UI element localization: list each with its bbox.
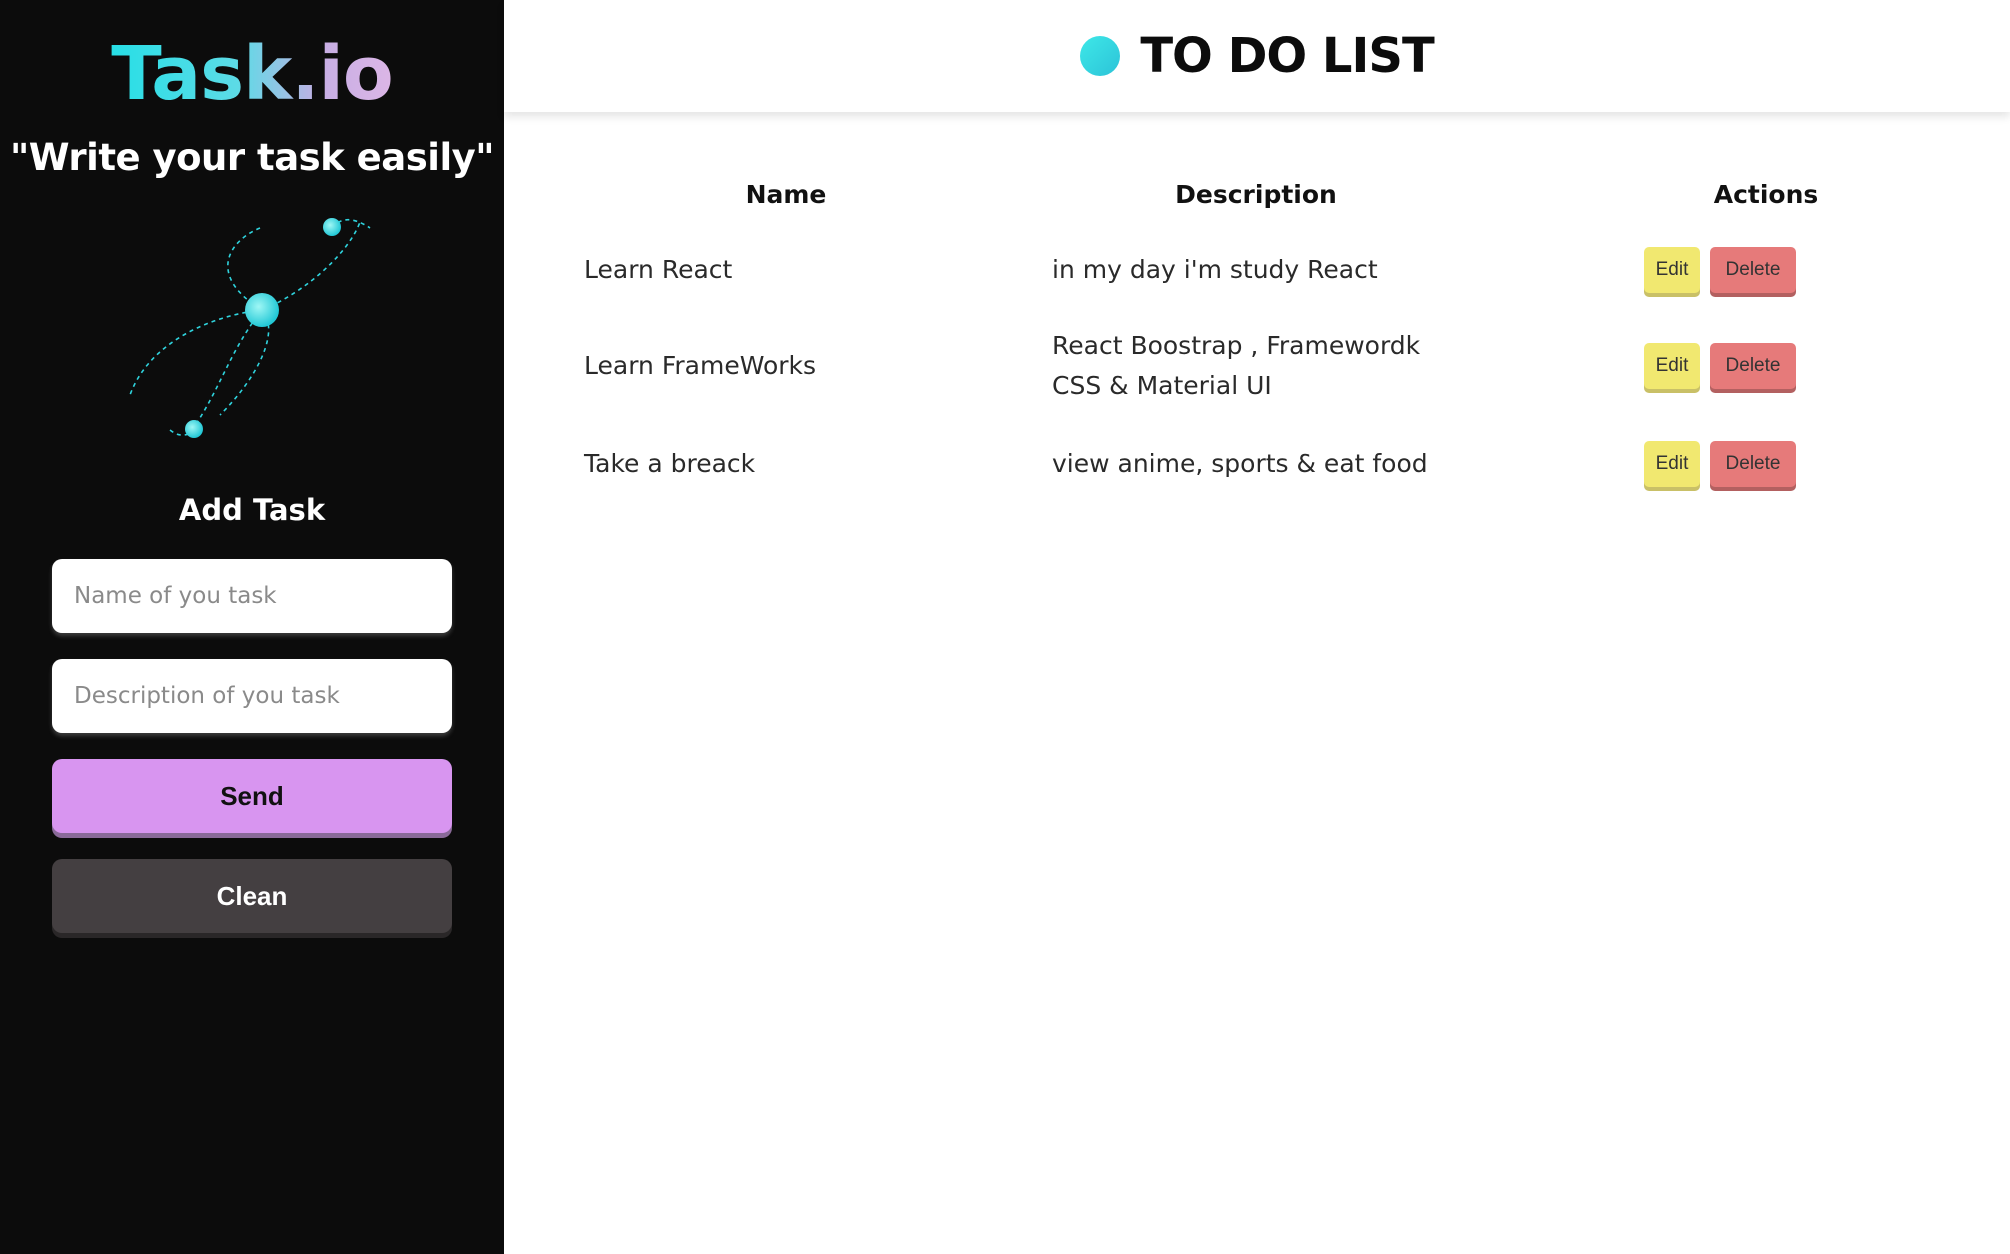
- tagline: "Write your task easily": [9, 136, 495, 179]
- description-line: React Boostrap , Framewordk: [1052, 331, 1421, 360]
- task-description-cell: React Boostrap , Framewordk CSS & Materi…: [1052, 326, 1472, 406]
- task-name-input[interactable]: [52, 559, 452, 633]
- page-header: TO DO LIST: [504, 0, 2010, 112]
- edit-button[interactable]: Edit: [1644, 343, 1700, 389]
- delete-button[interactable]: Delete: [1710, 343, 1796, 389]
- row-actions: Edit Delete: [1644, 247, 1844, 293]
- task-description-input[interactable]: [52, 659, 452, 733]
- task-name-cell: Take a breack: [584, 449, 756, 478]
- app-root: Task.io "Write your task easily" Add Tas…: [0, 0, 2010, 1254]
- clean-button[interactable]: Clean: [52, 859, 452, 933]
- description-line: view anime, sports & eat food: [1052, 449, 1428, 478]
- column-header-actions: Actions: [1713, 180, 1819, 209]
- send-button[interactable]: Send: [52, 759, 452, 833]
- task-description-cell: view anime, sports & eat food: [1052, 444, 1472, 484]
- dot-center: [245, 293, 279, 327]
- page-title: TO DO LIST: [1140, 28, 1434, 84]
- task-name-cell: Learn React: [584, 255, 733, 284]
- gradient-circle-icon: [1080, 36, 1121, 76]
- dot-bottom: [185, 420, 203, 438]
- description-line: CSS & Material UI: [1052, 371, 1272, 400]
- dot-top: [323, 218, 341, 236]
- add-task-title: Add Task: [178, 493, 326, 527]
- header-inner: TO DO LIST: [504, 22, 2010, 90]
- brand-logo: Task.io: [0, 28, 504, 120]
- delete-button[interactable]: Delete: [1710, 247, 1796, 293]
- row-actions: Edit Delete: [1644, 441, 1844, 487]
- row-actions: Edit Delete: [1644, 343, 1844, 389]
- connected-dots-illustration: [129, 218, 371, 438]
- edit-button[interactable]: Edit: [1644, 247, 1700, 293]
- task-name-cell: Learn FrameWorks: [584, 351, 817, 380]
- sidebar: Task.io "Write your task easily" Add Tas…: [0, 0, 504, 1254]
- task-description-cell: in my day i'm study React: [1052, 250, 1472, 290]
- column-header-description: Description: [1175, 180, 1337, 209]
- column-header-name: Name: [745, 180, 827, 209]
- delete-button[interactable]: Delete: [1710, 441, 1796, 487]
- brand-text: Task.io: [111, 31, 393, 117]
- edit-button[interactable]: Edit: [1644, 441, 1700, 487]
- description-line: in my day i'm study React: [1052, 255, 1378, 284]
